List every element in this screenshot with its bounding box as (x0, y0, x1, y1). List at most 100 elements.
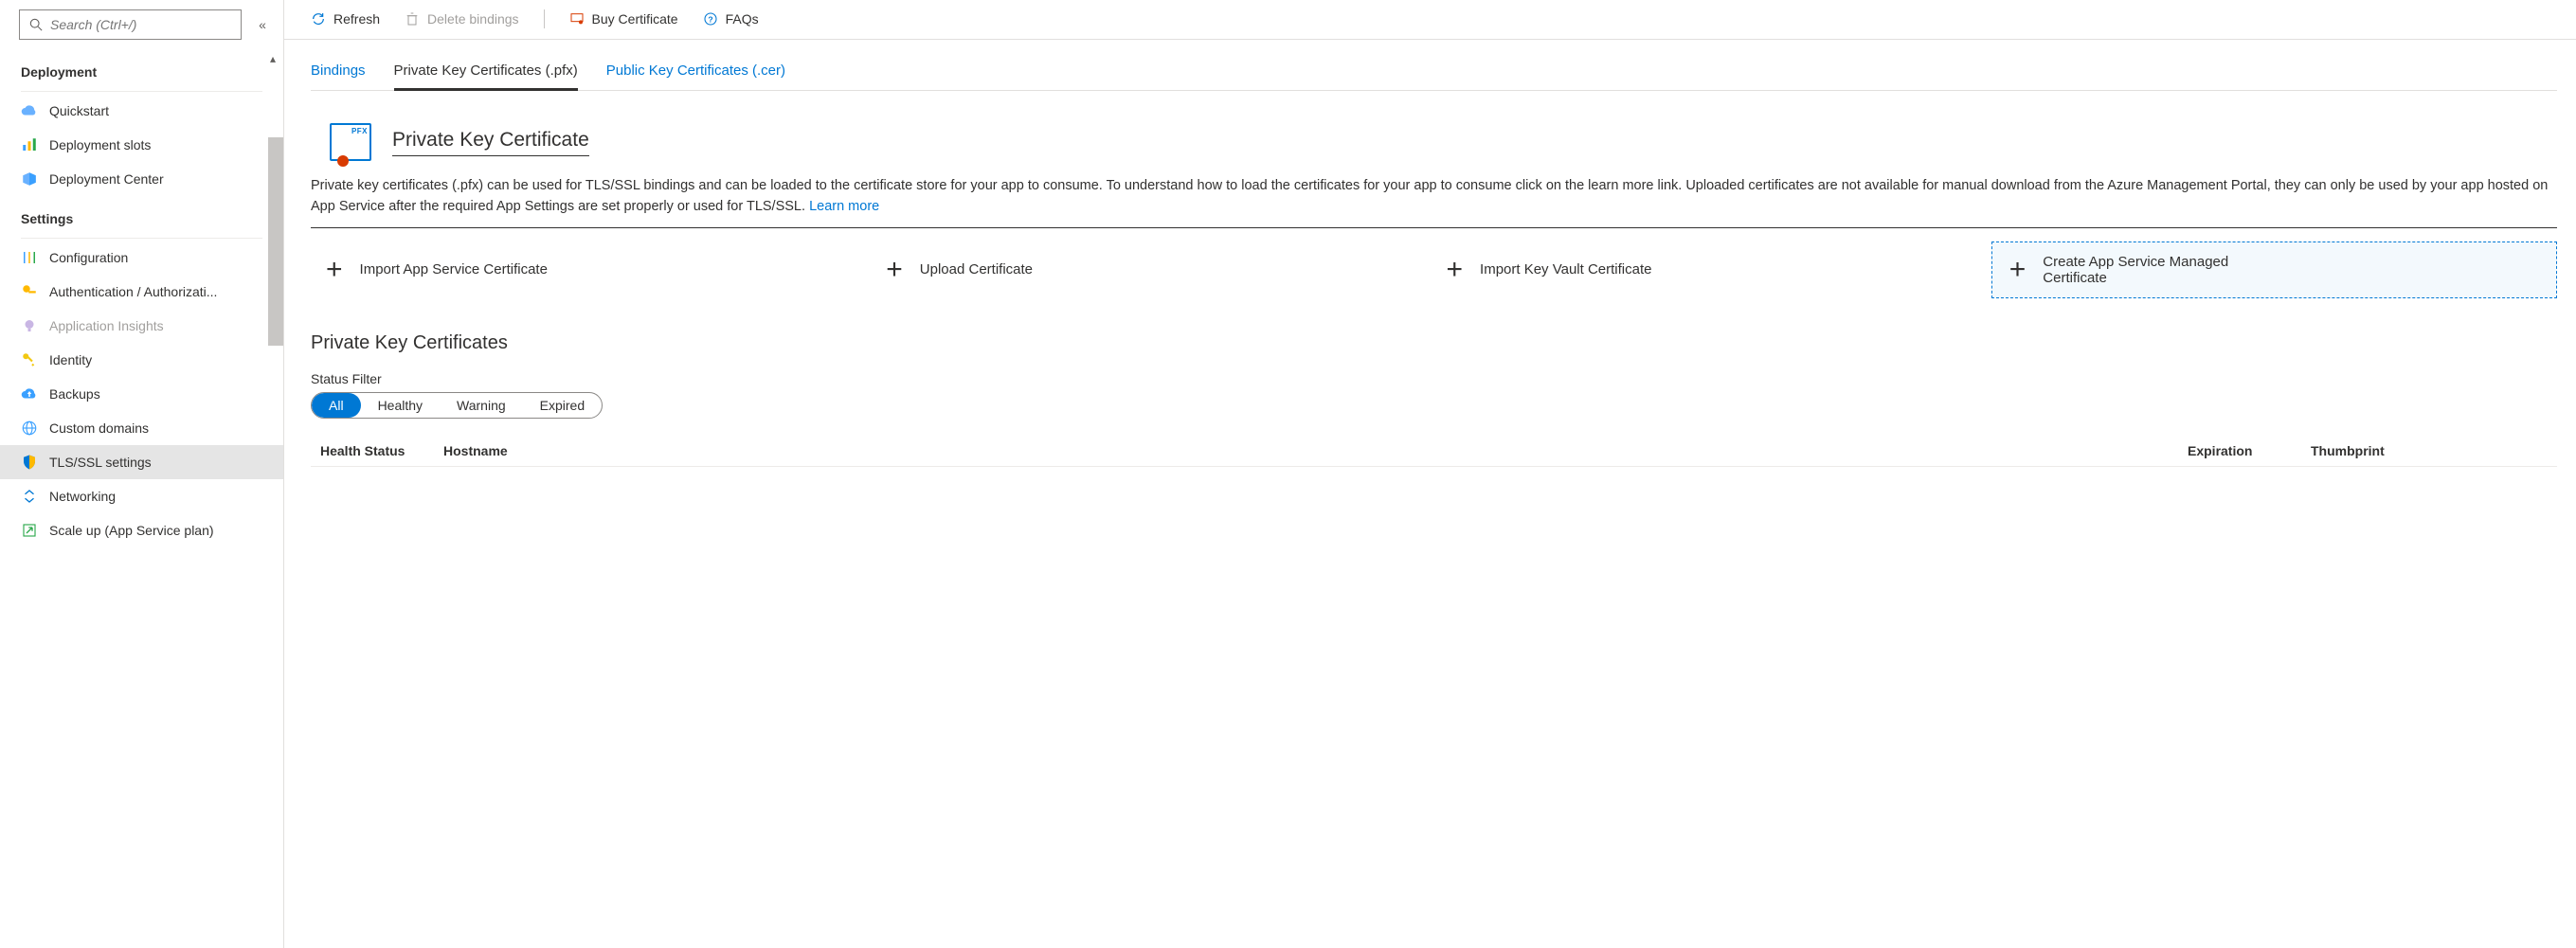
sidebar-item-label: Identity (49, 352, 92, 367)
refresh-icon (311, 11, 326, 27)
filter-healthy[interactable]: Healthy (361, 393, 440, 418)
sidebar-item-label: TLS/SSL settings (49, 455, 152, 470)
scrollbar-thumb[interactable] (268, 137, 283, 346)
list-title: Private Key Certificates (311, 332, 2557, 354)
sidebar-item-label: Scale up (App Service plan) (49, 523, 214, 538)
section-header-settings: Settings (0, 196, 283, 234)
search-box[interactable] (19, 9, 242, 40)
delete-bindings-button: Delete bindings (405, 11, 519, 27)
nav-list-settings: Configuration Authentication / Authoriza… (0, 241, 283, 547)
filter-warning[interactable]: Warning (440, 393, 523, 418)
search-icon (27, 16, 45, 33)
plus-icon: + (1447, 256, 1464, 284)
buy-certificate-label: Buy Certificate (592, 11, 678, 27)
plus-icon: + (886, 256, 903, 284)
sidebar-item-label: Authentication / Authorizati... (49, 284, 217, 299)
filter-all[interactable]: All (312, 393, 361, 418)
bulb-icon (21, 317, 38, 334)
status-filter-segmented: All Healthy Warning Expired (311, 392, 603, 419)
sidebar-item-label: Custom domains (49, 420, 149, 436)
trash-icon (405, 11, 420, 27)
tab-bindings[interactable]: Bindings (311, 57, 366, 90)
svg-text:?: ? (708, 14, 712, 24)
sidebar-item-label: Deployment Center (49, 171, 164, 187)
shield-icon (21, 454, 38, 471)
description-text: Private key certificates (.pfx) can be u… (311, 176, 2557, 227)
cloud-arrow-icon (21, 385, 38, 402)
sidebar-item-label: Configuration (49, 250, 128, 265)
nav-list-deployment: Quickstart Deployment slots Deployment C… (0, 94, 283, 196)
plus-icon: + (326, 256, 343, 284)
search-input[interactable] (50, 17, 233, 32)
certificate-icon (569, 11, 585, 27)
tab-public-key-certificates[interactable]: Public Key Certificates (.cer) (606, 57, 785, 90)
key-icon (21, 283, 38, 300)
sidebar-item-label: Deployment slots (49, 137, 151, 152)
scale-up-icon (21, 522, 38, 539)
sliders-icon (21, 249, 38, 266)
certificates-table-header: Health Status Hostname Expiration Thumbp… (311, 436, 2557, 467)
buy-certificate-button[interactable]: Buy Certificate (569, 11, 678, 27)
sidebar-item-configuration[interactable]: Configuration (0, 241, 283, 275)
divider (21, 91, 262, 92)
action-label: Import App Service Certificate (360, 261, 548, 277)
sidebar-item-custom-domains[interactable]: Custom domains (0, 411, 283, 445)
collapse-sidebar-icon[interactable]: « (251, 17, 274, 32)
sidebar: « ▴ Deployment Quickstart Deployment slo… (0, 0, 284, 948)
network-icon (21, 488, 38, 505)
sidebar-item-networking[interactable]: Networking (0, 479, 283, 513)
globe-icon (21, 420, 38, 437)
import-app-service-certificate-button[interactable]: + Import App Service Certificate (311, 241, 871, 298)
certificate-actions: + Import App Service Certificate + Uploa… (311, 241, 2557, 298)
pfx-badge-text: PFX (351, 127, 368, 135)
hero: PFX Private Key Certificate (311, 123, 2557, 161)
faqs-label: FAQs (726, 11, 759, 27)
section-header-deployment: Deployment (0, 49, 283, 87)
toolbar: Refresh Delete bindings Buy Certificate … (284, 0, 2576, 40)
tab-private-key-certificates[interactable]: Private Key Certificates (.pfx) (394, 57, 578, 91)
sidebar-item-backups[interactable]: Backups (0, 377, 283, 411)
scroll-up-icon[interactable]: ▴ (266, 52, 279, 65)
package-icon (21, 170, 38, 188)
import-key-vault-certificate-button[interactable]: + Import Key Vault Certificate (1432, 241, 1991, 298)
column-expiration[interactable]: Expiration (2188, 443, 2311, 458)
faqs-button[interactable]: ? FAQs (703, 11, 759, 27)
column-hostname[interactable]: Hostname (443, 443, 936, 458)
toolbar-separator (544, 9, 545, 28)
sidebar-item-quickstart[interactable]: Quickstart (0, 94, 283, 128)
sidebar-item-authentication[interactable]: Authentication / Authorizati... (0, 275, 283, 309)
status-filter-label: Status Filter (311, 371, 2557, 386)
page-title: Private Key Certificate (392, 129, 589, 156)
sidebar-item-tls-ssl-settings[interactable]: TLS/SSL settings (0, 445, 283, 479)
tabs: Bindings Private Key Certificates (.pfx)… (311, 40, 2557, 91)
slots-icon (21, 136, 38, 153)
divider (311, 227, 2557, 228)
sidebar-item-label: Quickstart (49, 103, 109, 118)
action-label: Import Key Vault Certificate (1480, 261, 1651, 277)
sidebar-item-deployment-slots[interactable]: Deployment slots (0, 128, 283, 162)
learn-more-link[interactable]: Learn more (809, 199, 879, 214)
divider (21, 238, 262, 239)
refresh-button[interactable]: Refresh (311, 11, 380, 27)
sidebar-item-scale-up[interactable]: Scale up (App Service plan) (0, 513, 283, 547)
sidebar-item-identity[interactable]: Identity (0, 343, 283, 377)
sidebar-item-label: Application Insights (49, 318, 164, 333)
question-icon: ? (703, 11, 718, 27)
filter-expired[interactable]: Expired (523, 393, 602, 418)
main-panel: Refresh Delete bindings Buy Certificate … (284, 0, 2576, 948)
page-content: Bindings Private Key Certificates (.pfx)… (284, 40, 2576, 486)
column-thumbprint[interactable]: Thumbprint (2311, 443, 2557, 458)
column-health-status[interactable]: Health Status (311, 443, 443, 458)
sidebar-item-application-insights[interactable]: Application Insights (0, 309, 283, 343)
ribbon-icon (337, 155, 349, 167)
action-label: Upload Certificate (920, 261, 1033, 277)
upload-certificate-button[interactable]: + Upload Certificate (871, 241, 1431, 298)
sidebar-item-label: Networking (49, 489, 116, 504)
create-app-service-managed-certificate-button[interactable]: + Create App Service Managed Certificate (1991, 241, 2557, 298)
plus-icon: + (2009, 256, 2027, 284)
pfx-badge-icon: PFX (330, 123, 371, 161)
sidebar-item-deployment-center[interactable]: Deployment Center (0, 162, 283, 196)
delete-bindings-label: Delete bindings (427, 11, 519, 27)
refresh-label: Refresh (333, 11, 380, 27)
sidebar-search-row: « (0, 0, 283, 49)
